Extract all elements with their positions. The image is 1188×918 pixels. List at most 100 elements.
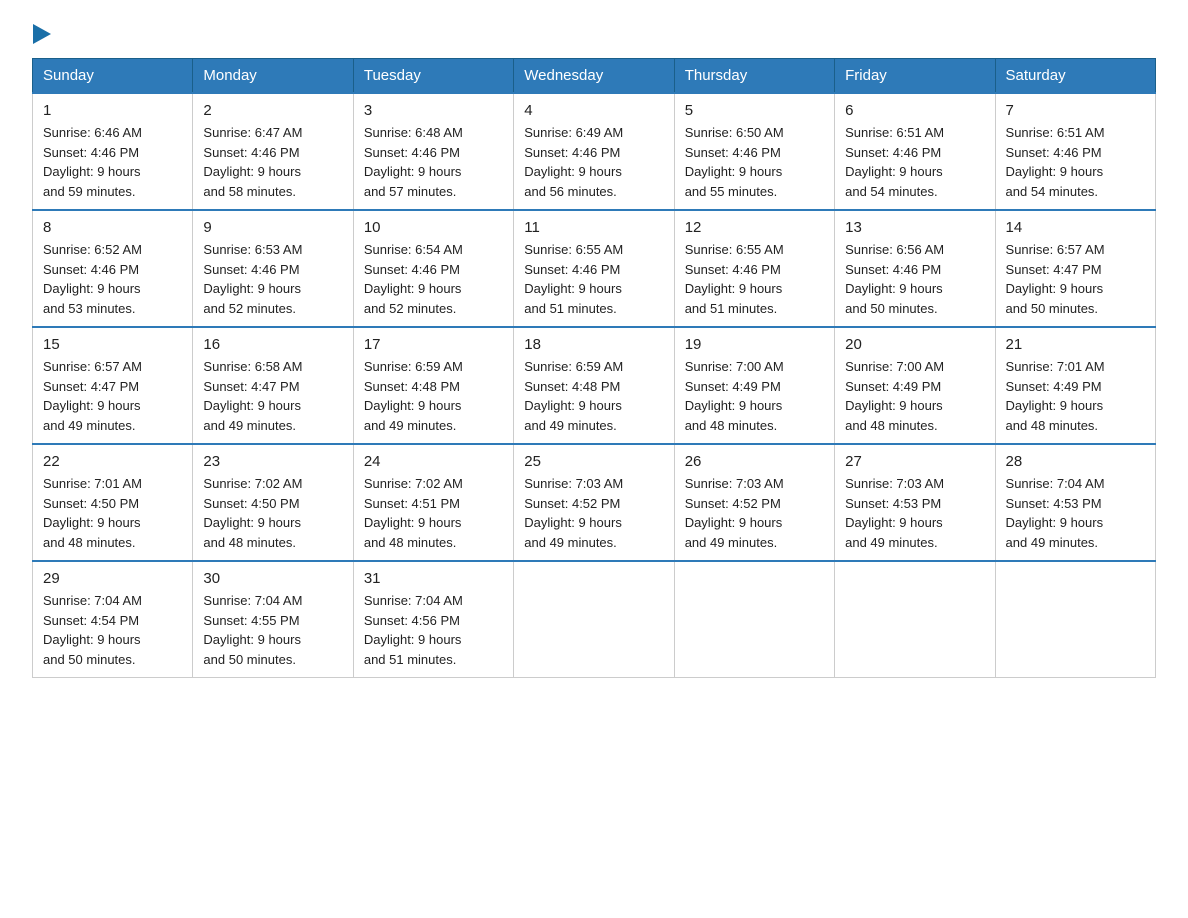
calendar-cell: 11 Sunrise: 6:55 AM Sunset: 4:46 PM Dayl… xyxy=(514,210,674,327)
calendar-cell: 23 Sunrise: 7:02 AM Sunset: 4:50 PM Dayl… xyxy=(193,444,353,561)
page-header xyxy=(32,24,1156,42)
calendar-cell: 27 Sunrise: 7:03 AM Sunset: 4:53 PM Dayl… xyxy=(835,444,995,561)
day-info: Sunrise: 7:01 AM Sunset: 4:50 PM Dayligh… xyxy=(43,474,182,552)
calendar-week-row: 15 Sunrise: 6:57 AM Sunset: 4:47 PM Dayl… xyxy=(33,327,1156,444)
day-number: 16 xyxy=(203,336,342,353)
day-info: Sunrise: 6:55 AM Sunset: 4:46 PM Dayligh… xyxy=(685,240,824,318)
col-header-friday: Friday xyxy=(835,59,995,94)
day-info: Sunrise: 6:53 AM Sunset: 4:46 PM Dayligh… xyxy=(203,240,342,318)
calendar-week-row: 22 Sunrise: 7:01 AM Sunset: 4:50 PM Dayl… xyxy=(33,444,1156,561)
day-number: 30 xyxy=(203,570,342,587)
calendar-table: SundayMondayTuesdayWednesdayThursdayFrid… xyxy=(32,58,1156,678)
day-number: 6 xyxy=(845,102,984,119)
day-info: Sunrise: 6:59 AM Sunset: 4:48 PM Dayligh… xyxy=(524,357,663,435)
calendar-cell: 9 Sunrise: 6:53 AM Sunset: 4:46 PM Dayli… xyxy=(193,210,353,327)
calendar-cell: 7 Sunrise: 6:51 AM Sunset: 4:46 PM Dayli… xyxy=(995,93,1155,210)
day-number: 7 xyxy=(1006,102,1145,119)
calendar-cell: 25 Sunrise: 7:03 AM Sunset: 4:52 PM Dayl… xyxy=(514,444,674,561)
calendar-cell: 31 Sunrise: 7:04 AM Sunset: 4:56 PM Dayl… xyxy=(353,561,513,678)
day-number: 19 xyxy=(685,336,824,353)
calendar-cell: 16 Sunrise: 6:58 AM Sunset: 4:47 PM Dayl… xyxy=(193,327,353,444)
day-number: 4 xyxy=(524,102,663,119)
calendar-cell: 29 Sunrise: 7:04 AM Sunset: 4:54 PM Dayl… xyxy=(33,561,193,678)
calendar-week-row: 29 Sunrise: 7:04 AM Sunset: 4:54 PM Dayl… xyxy=(33,561,1156,678)
day-number: 23 xyxy=(203,453,342,470)
col-header-thursday: Thursday xyxy=(674,59,834,94)
calendar-cell: 21 Sunrise: 7:01 AM Sunset: 4:49 PM Dayl… xyxy=(995,327,1155,444)
day-info: Sunrise: 6:56 AM Sunset: 4:46 PM Dayligh… xyxy=(845,240,984,318)
calendar-cell xyxy=(835,561,995,678)
day-number: 17 xyxy=(364,336,503,353)
day-info: Sunrise: 7:03 AM Sunset: 4:53 PM Dayligh… xyxy=(845,474,984,552)
calendar-cell: 8 Sunrise: 6:52 AM Sunset: 4:46 PM Dayli… xyxy=(33,210,193,327)
calendar-cell: 6 Sunrise: 6:51 AM Sunset: 4:46 PM Dayli… xyxy=(835,93,995,210)
day-info: Sunrise: 6:57 AM Sunset: 4:47 PM Dayligh… xyxy=(1006,240,1145,318)
day-number: 22 xyxy=(43,453,182,470)
calendar-cell: 30 Sunrise: 7:04 AM Sunset: 4:55 PM Dayl… xyxy=(193,561,353,678)
day-number: 8 xyxy=(43,219,182,236)
day-info: Sunrise: 7:01 AM Sunset: 4:49 PM Dayligh… xyxy=(1006,357,1145,435)
day-number: 5 xyxy=(685,102,824,119)
calendar-cell: 12 Sunrise: 6:55 AM Sunset: 4:46 PM Dayl… xyxy=(674,210,834,327)
day-info: Sunrise: 7:04 AM Sunset: 4:56 PM Dayligh… xyxy=(364,591,503,669)
day-info: Sunrise: 6:51 AM Sunset: 4:46 PM Dayligh… xyxy=(845,123,984,201)
day-info: Sunrise: 7:03 AM Sunset: 4:52 PM Dayligh… xyxy=(685,474,824,552)
day-number: 29 xyxy=(43,570,182,587)
day-info: Sunrise: 7:00 AM Sunset: 4:49 PM Dayligh… xyxy=(685,357,824,435)
day-info: Sunrise: 7:04 AM Sunset: 4:54 PM Dayligh… xyxy=(43,591,182,669)
day-info: Sunrise: 6:47 AM Sunset: 4:46 PM Dayligh… xyxy=(203,123,342,201)
day-number: 28 xyxy=(1006,453,1145,470)
calendar-week-row: 8 Sunrise: 6:52 AM Sunset: 4:46 PM Dayli… xyxy=(33,210,1156,327)
day-info: Sunrise: 6:58 AM Sunset: 4:47 PM Dayligh… xyxy=(203,357,342,435)
day-number: 25 xyxy=(524,453,663,470)
day-info: Sunrise: 6:49 AM Sunset: 4:46 PM Dayligh… xyxy=(524,123,663,201)
day-number: 2 xyxy=(203,102,342,119)
calendar-cell: 18 Sunrise: 6:59 AM Sunset: 4:48 PM Dayl… xyxy=(514,327,674,444)
day-number: 21 xyxy=(1006,336,1145,353)
day-info: Sunrise: 6:55 AM Sunset: 4:46 PM Dayligh… xyxy=(524,240,663,318)
logo xyxy=(32,24,104,42)
calendar-cell: 10 Sunrise: 6:54 AM Sunset: 4:46 PM Dayl… xyxy=(353,210,513,327)
col-header-wednesday: Wednesday xyxy=(514,59,674,94)
day-number: 24 xyxy=(364,453,503,470)
calendar-cell: 15 Sunrise: 6:57 AM Sunset: 4:47 PM Dayl… xyxy=(33,327,193,444)
day-info: Sunrise: 7:02 AM Sunset: 4:50 PM Dayligh… xyxy=(203,474,342,552)
logo-arrow-icon xyxy=(33,24,51,49)
day-info: Sunrise: 7:00 AM Sunset: 4:49 PM Dayligh… xyxy=(845,357,984,435)
day-number: 20 xyxy=(845,336,984,353)
calendar-cell: 22 Sunrise: 7:01 AM Sunset: 4:50 PM Dayl… xyxy=(33,444,193,561)
day-info: Sunrise: 6:59 AM Sunset: 4:48 PM Dayligh… xyxy=(364,357,503,435)
calendar-cell: 14 Sunrise: 6:57 AM Sunset: 4:47 PM Dayl… xyxy=(995,210,1155,327)
day-number: 18 xyxy=(524,336,663,353)
day-info: Sunrise: 6:50 AM Sunset: 4:46 PM Dayligh… xyxy=(685,123,824,201)
day-number: 14 xyxy=(1006,219,1145,236)
calendar-cell: 13 Sunrise: 6:56 AM Sunset: 4:46 PM Dayl… xyxy=(835,210,995,327)
calendar-cell: 28 Sunrise: 7:04 AM Sunset: 4:53 PM Dayl… xyxy=(995,444,1155,561)
day-info: Sunrise: 7:02 AM Sunset: 4:51 PM Dayligh… xyxy=(364,474,503,552)
calendar-cell: 26 Sunrise: 7:03 AM Sunset: 4:52 PM Dayl… xyxy=(674,444,834,561)
day-number: 10 xyxy=(364,219,503,236)
col-header-saturday: Saturday xyxy=(995,59,1155,94)
day-number: 26 xyxy=(685,453,824,470)
day-number: 12 xyxy=(685,219,824,236)
calendar-cell: 17 Sunrise: 6:59 AM Sunset: 4:48 PM Dayl… xyxy=(353,327,513,444)
calendar-cell: 2 Sunrise: 6:47 AM Sunset: 4:46 PM Dayli… xyxy=(193,93,353,210)
calendar-cell xyxy=(674,561,834,678)
day-info: Sunrise: 6:46 AM Sunset: 4:46 PM Dayligh… xyxy=(43,123,182,201)
calendar-cell xyxy=(514,561,674,678)
calendar-cell: 24 Sunrise: 7:02 AM Sunset: 4:51 PM Dayl… xyxy=(353,444,513,561)
day-info: Sunrise: 7:04 AM Sunset: 4:55 PM Dayligh… xyxy=(203,591,342,669)
day-number: 13 xyxy=(845,219,984,236)
day-info: Sunrise: 7:03 AM Sunset: 4:52 PM Dayligh… xyxy=(524,474,663,552)
day-number: 3 xyxy=(364,102,503,119)
day-number: 1 xyxy=(43,102,182,119)
calendar-header-row: SundayMondayTuesdayWednesdayThursdayFrid… xyxy=(33,59,1156,94)
day-number: 15 xyxy=(43,336,182,353)
day-info: Sunrise: 6:54 AM Sunset: 4:46 PM Dayligh… xyxy=(364,240,503,318)
calendar-week-row: 1 Sunrise: 6:46 AM Sunset: 4:46 PM Dayli… xyxy=(33,93,1156,210)
calendar-cell: 20 Sunrise: 7:00 AM Sunset: 4:49 PM Dayl… xyxy=(835,327,995,444)
day-info: Sunrise: 6:52 AM Sunset: 4:46 PM Dayligh… xyxy=(43,240,182,318)
day-number: 31 xyxy=(364,570,503,587)
calendar-cell: 5 Sunrise: 6:50 AM Sunset: 4:46 PM Dayli… xyxy=(674,93,834,210)
day-number: 27 xyxy=(845,453,984,470)
